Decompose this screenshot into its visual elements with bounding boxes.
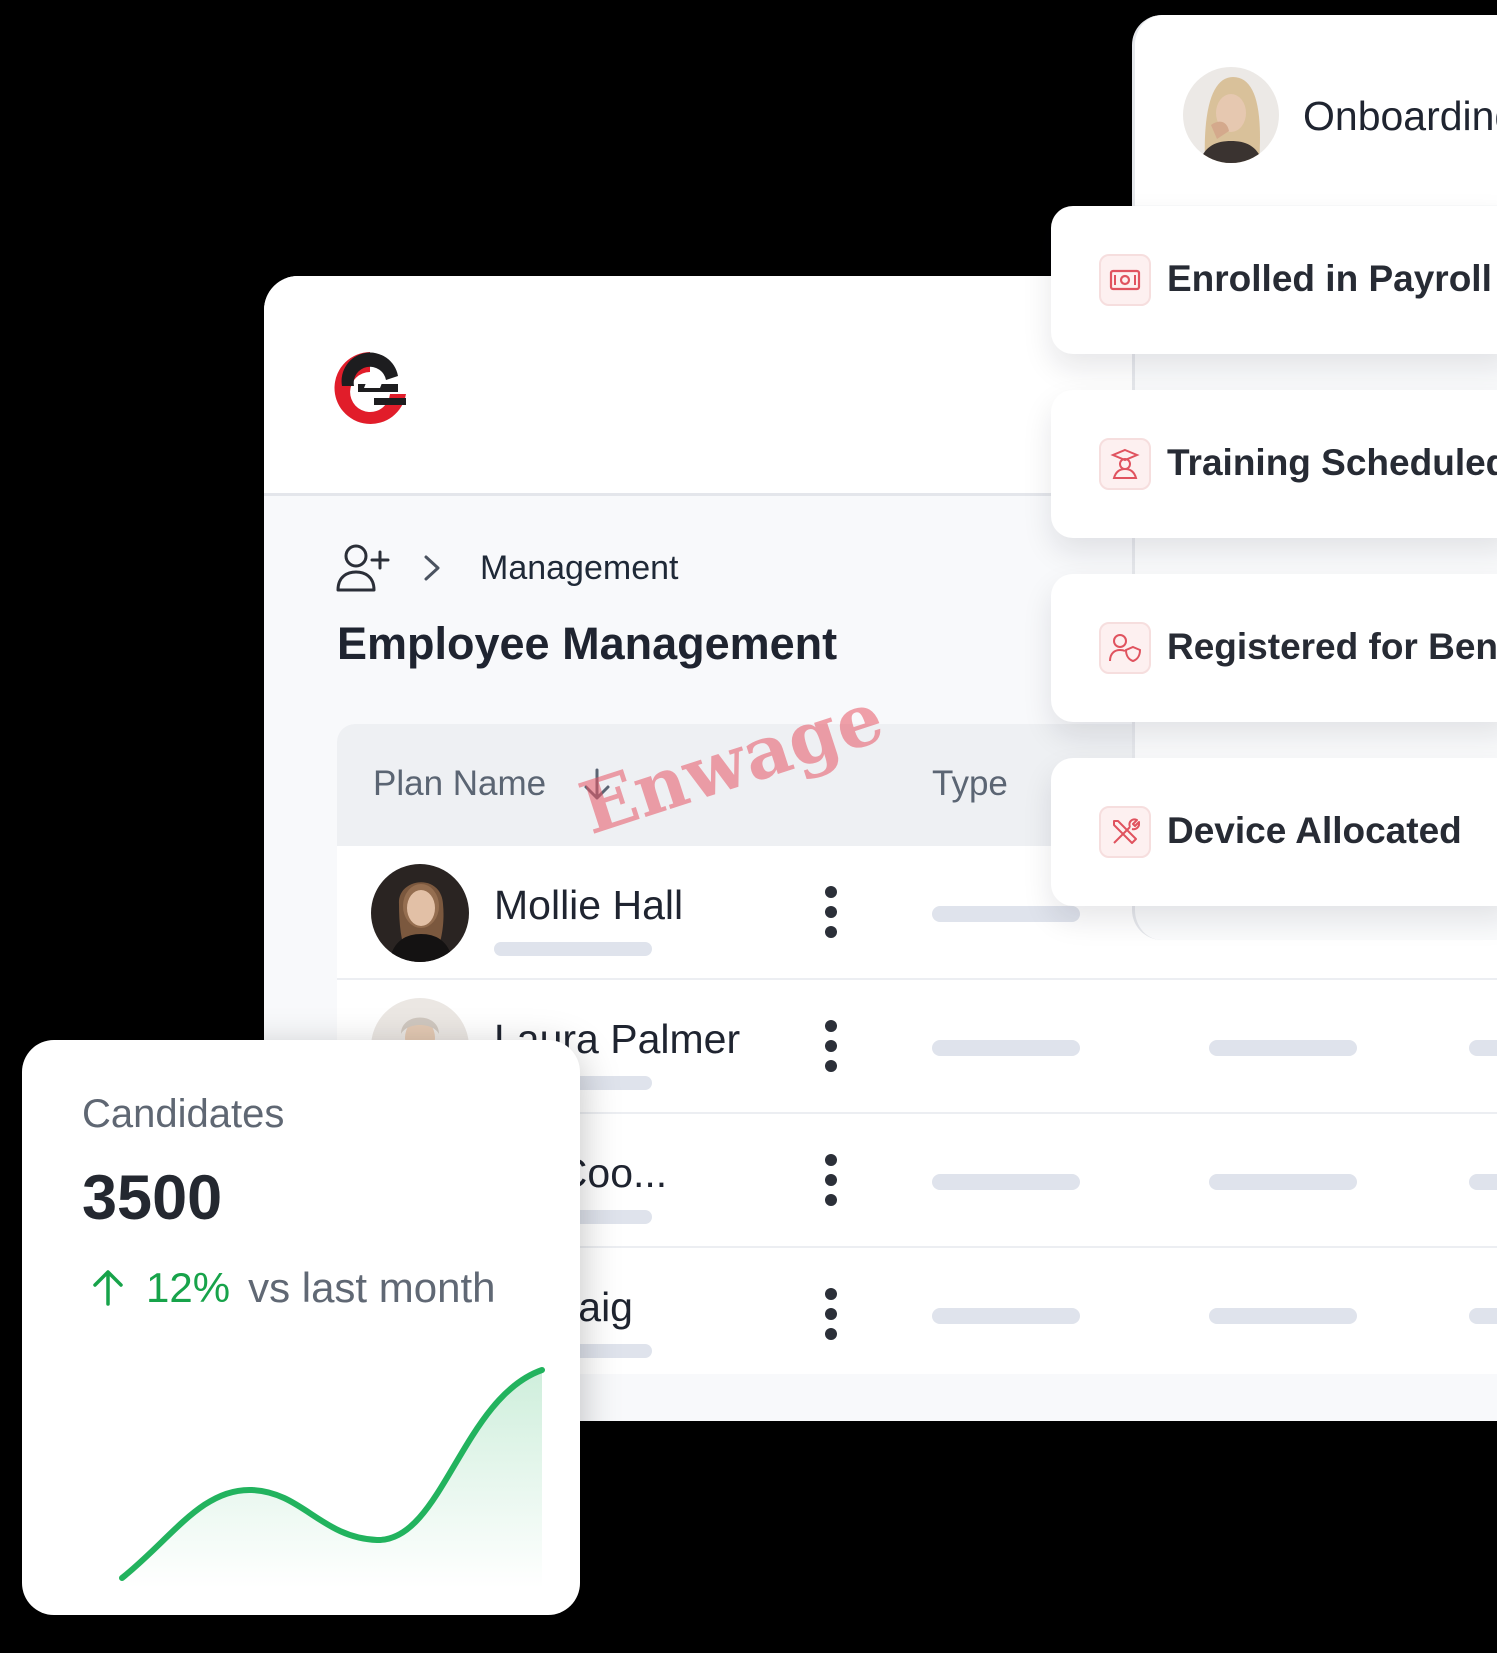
graduation-user-icon [1099,438,1151,490]
step-label: Registered for Bene [1167,626,1497,667]
step-label: Device Allocated [1167,810,1462,851]
more-vertical-icon[interactable] [824,1020,838,1072]
brand-logo-icon[interactable] [328,346,412,430]
placeholder-bar [932,1174,1080,1190]
trend-sparkline [119,1367,545,1588]
tools-icon [1099,806,1151,858]
onboarding-header: Onboarding [1135,15,1497,205]
column-label: Plan Name [373,764,547,803]
user-shield-icon [1099,622,1151,674]
more-vertical-icon[interactable] [824,886,838,938]
breadcrumb-current[interactable]: Management [480,549,678,588]
trend-indicator: 12% vs last month [90,1264,496,1312]
arrow-up-icon [93,1270,123,1306]
breadcrumb: Management [334,538,678,598]
placeholder-bar [932,906,1080,922]
placeholder-bar [1209,1308,1357,1324]
placeholder-bar [1469,1040,1497,1056]
user-plus-icon[interactable] [334,542,392,594]
placeholder-bar [1469,1308,1497,1324]
onboarding-step-training[interactable]: Training Scheduled [1051,390,1497,538]
placeholder-bar [932,1308,1080,1324]
chevron-right-icon [424,555,440,581]
onboarding-step-device[interactable]: Device Allocated [1051,758,1497,906]
candidates-label: Candidates [82,1092,285,1136]
onboarding-step-payroll[interactable]: Enrolled in Payroll [1051,206,1497,354]
placeholder-bar [1209,1040,1357,1056]
onboarding-step-benefits[interactable]: Registered for Bene [1051,574,1497,722]
candidates-count: 3500 [82,1163,223,1233]
placeholder-bar [1469,1174,1497,1190]
avatar [371,864,469,962]
more-vertical-icon[interactable] [824,1154,838,1206]
trend-comparison: vs last month [248,1264,496,1311]
placeholder-bar [932,1040,1080,1056]
banknote-icon [1099,254,1151,306]
onboarding-title: Onboarding [1303,93,1497,139]
step-label: Training Scheduled [1167,442,1497,483]
candidates-widget[interactable]: Candidates 3500 12% vs last month [22,1040,580,1615]
step-label: Enrolled in Payroll [1167,258,1492,299]
placeholder-bar [1209,1174,1357,1190]
employee-name[interactable]: Mollie Hall [494,882,683,929]
more-vertical-icon[interactable] [824,1288,838,1340]
avatar [1183,67,1279,163]
placeholder-bar [494,942,652,956]
page-title: Employee Management [337,618,838,669]
trend-percent: 12% [146,1264,231,1311]
column-header-type[interactable]: Type [932,764,1008,804]
